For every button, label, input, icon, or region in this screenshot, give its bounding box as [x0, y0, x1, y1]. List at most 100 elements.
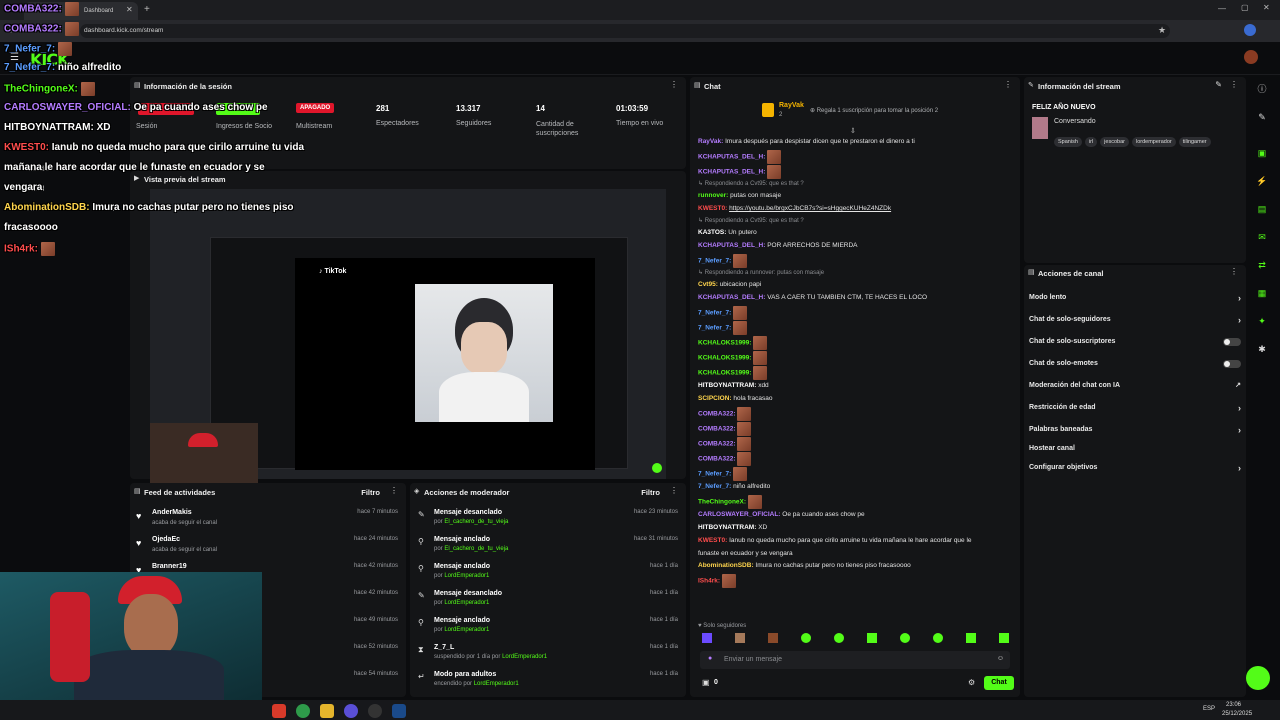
action-solo-suscriptores[interactable]: Chat de solo-suscriptores [1029, 338, 1243, 356]
clock-date[interactable]: 25/12/2025 [1222, 711, 1252, 717]
wrench-icon[interactable]: ✦ [1254, 313, 1270, 329]
more-options-icon[interactable]: ⋮ [670, 486, 678, 495]
user-avatar[interactable] [1244, 50, 1258, 64]
chat-username[interactable]: KCHALOKS1999: [698, 355, 753, 362]
emote-icon[interactable] [867, 633, 877, 643]
clock-time[interactable]: 23:06 [1226, 702, 1241, 708]
page-icon[interactable]: ▤ [1254, 201, 1270, 217]
chat-username[interactable]: COMBA322: [698, 456, 737, 463]
action-hostear-canal[interactable]: Hostear canal [1029, 445, 1243, 463]
activity-filter-button[interactable]: Filtro [361, 488, 380, 497]
chat-username[interactable]: 7_Nefer_7: [698, 310, 733, 317]
settings-icon[interactable]: ✱ [1254, 341, 1270, 357]
tag[interactable]: lordemperador [1131, 137, 1176, 147]
link-icon[interactable]: ⇄ [1254, 257, 1270, 273]
action-restriccion-edad[interactable]: Restricción de edad › [1029, 403, 1243, 422]
toggle-switch[interactable] [1223, 338, 1241, 346]
nav-estudio-2[interactable]: Estudio [26, 206, 49, 213]
url-field[interactable]: dashboard.kick.com/stream [80, 24, 1170, 38]
tag[interactable]: irl [1084, 137, 1098, 147]
top-gifter-name[interactable]: RayVak [779, 102, 804, 109]
chat-username[interactable]: COMBA322: [698, 411, 737, 418]
chat-username[interactable]: KCHALOKS1999: [698, 340, 753, 347]
feed-name[interactable]: AnderMakis [152, 509, 192, 516]
chat-username[interactable]: KCHAPUTAS_DEL_H: [698, 294, 767, 301]
action-palabras-baneadas[interactable]: Palabras baneadas › [1029, 425, 1243, 444]
tools-icon[interactable]: ▣ [1254, 145, 1270, 161]
chat-username[interactable]: 7_Nefer_7: [698, 483, 733, 490]
action-moderacion-ia[interactable]: Moderación del chat con IA ↗ [1029, 382, 1243, 400]
chat-username[interactable]: ISh4rk: [698, 578, 722, 585]
close-window-icon[interactable]: ✕ [1263, 3, 1270, 12]
bolt-icon[interactable]: ⚡ [1254, 173, 1270, 189]
more-options-icon[interactable]: ⋮ [1004, 80, 1012, 89]
chrome-icon[interactable] [296, 704, 310, 718]
emote-bar[interactable] [702, 633, 1012, 647]
feed-name[interactable]: OjedaEc [152, 536, 180, 543]
mod-user-link[interactable]: LordEmperador1 [474, 681, 519, 687]
mod-user-link[interactable]: LordEmperador1 [444, 573, 489, 579]
emote-icon[interactable] [735, 633, 745, 643]
kick-logo[interactable]: KICK [30, 50, 69, 69]
scroll-arrow-icon[interactable]: ⇩ [850, 127, 856, 135]
info-icon[interactable]: ⓘ [1254, 81, 1270, 97]
emote-picker-icon[interactable]: ● [708, 655, 712, 662]
action-configurar-objetivos[interactable]: Configurar objetivos › [1029, 463, 1243, 482]
gift-sub-prompt[interactable]: ⊕ Regala 1 suscripción para tomar la pos… [810, 107, 938, 114]
mod-user-link[interactable]: LordEmperador1 [444, 627, 489, 633]
close-tab-icon[interactable]: ✕ [126, 5, 133, 14]
smiley-icon[interactable]: ☺ [997, 655, 1004, 662]
action-modo-lento[interactable]: Modo lento › [1029, 293, 1243, 312]
help-chat-icon[interactable] [1246, 666, 1270, 690]
mod-user-link[interactable]: El_cachero_de_tu_vieja [444, 546, 508, 552]
mod-user-link[interactable]: El_cachero_de_tu_vieja [444, 519, 508, 525]
edit-pencil-icon[interactable]: ✎ [1215, 80, 1222, 89]
chat-username[interactable]: KCHAPUTAS_DEL_H: [698, 169, 767, 176]
chat-username[interactable]: CARLOSWAYER_OFICIAL: [698, 511, 782, 518]
action-solo-seguidores[interactable]: Chat de solo-seguidores › [1029, 315, 1243, 334]
chat-username[interactable]: 7_Nefer_7: [698, 325, 733, 332]
tag[interactable]: tilingamer [1178, 137, 1211, 147]
browser-tab[interactable]: Dashboard [24, 2, 138, 20]
chat-username[interactable]: HITBOYNATTRAM: [698, 382, 758, 389]
emote-icon[interactable] [834, 633, 844, 643]
emote-icon[interactable] [768, 633, 778, 643]
stream-preview-video[interactable]: ♪ TikTok [150, 189, 666, 485]
nav-canal[interactable]: Canal [26, 186, 44, 193]
chevron-down-icon[interactable]: ⌄ [110, 204, 117, 213]
emote-icon[interactable] [801, 633, 811, 643]
chat-username[interactable]: KCHALOKS1999: [698, 370, 753, 377]
tag[interactable]: Spanish [1054, 137, 1082, 147]
language-indicator[interactable]: ESP [1203, 706, 1215, 712]
more-options-icon[interactable]: ⋮ [1230, 267, 1238, 276]
pencil-icon[interactable]: ✎ [1254, 109, 1270, 125]
settings-gear-icon[interactable]: ⚙ [968, 678, 975, 687]
chat-username[interactable]: AbominationSDB: [698, 562, 755, 569]
emote-icon[interactable] [966, 633, 976, 643]
new-tab-icon[interactable]: + [144, 4, 150, 15]
profile-avatar[interactable] [1244, 24, 1256, 36]
steam-icon[interactable] [392, 704, 406, 718]
chat-username[interactable]: HITBOYNATTRAM: [698, 524, 758, 531]
send-chat-button[interactable]: Chat [984, 676, 1014, 690]
chat-text[interactable]: https://youtu.be/brgxCJbCB7s?si=sHggecKU… [729, 205, 891, 212]
chat-bubble-icon[interactable]: ✉ [1254, 229, 1270, 245]
chat-input[interactable]: ● Enviar un mensaje ☺ [700, 651, 1010, 669]
mod-user-link[interactable]: LordEmperador1 [502, 654, 547, 660]
toggle-switch[interactable] [1223, 360, 1241, 368]
action-solo-emotes[interactable]: Chat de solo-emotes [1029, 360, 1243, 378]
emote-icon[interactable] [933, 633, 943, 643]
chat-username[interactable]: COMBA322: [698, 441, 737, 448]
chat-username[interactable]: Cvt95: [698, 281, 720, 288]
nav-estudio[interactable]: Estudio [26, 166, 49, 173]
tag[interactable]: jescobar [1100, 137, 1129, 147]
chat-username[interactable]: TheChingoneX: [698, 499, 748, 506]
mod-user-link[interactable]: LordEmperador1 [444, 600, 489, 606]
chat-username[interactable]: COMBA322: [698, 426, 737, 433]
chat-username[interactable]: 7_Nefer_7: [698, 471, 733, 478]
chat-username[interactable]: KWEST0: [698, 205, 729, 212]
chat-username[interactable]: KCHAPUTAS_DEL_H: [698, 154, 767, 161]
grid-icon[interactable]: ▦ [1254, 285, 1270, 301]
chat-username[interactable]: KCHAPUTAS_DEL_H: [698, 242, 767, 249]
points-icon[interactable]: ▣ [702, 678, 710, 687]
